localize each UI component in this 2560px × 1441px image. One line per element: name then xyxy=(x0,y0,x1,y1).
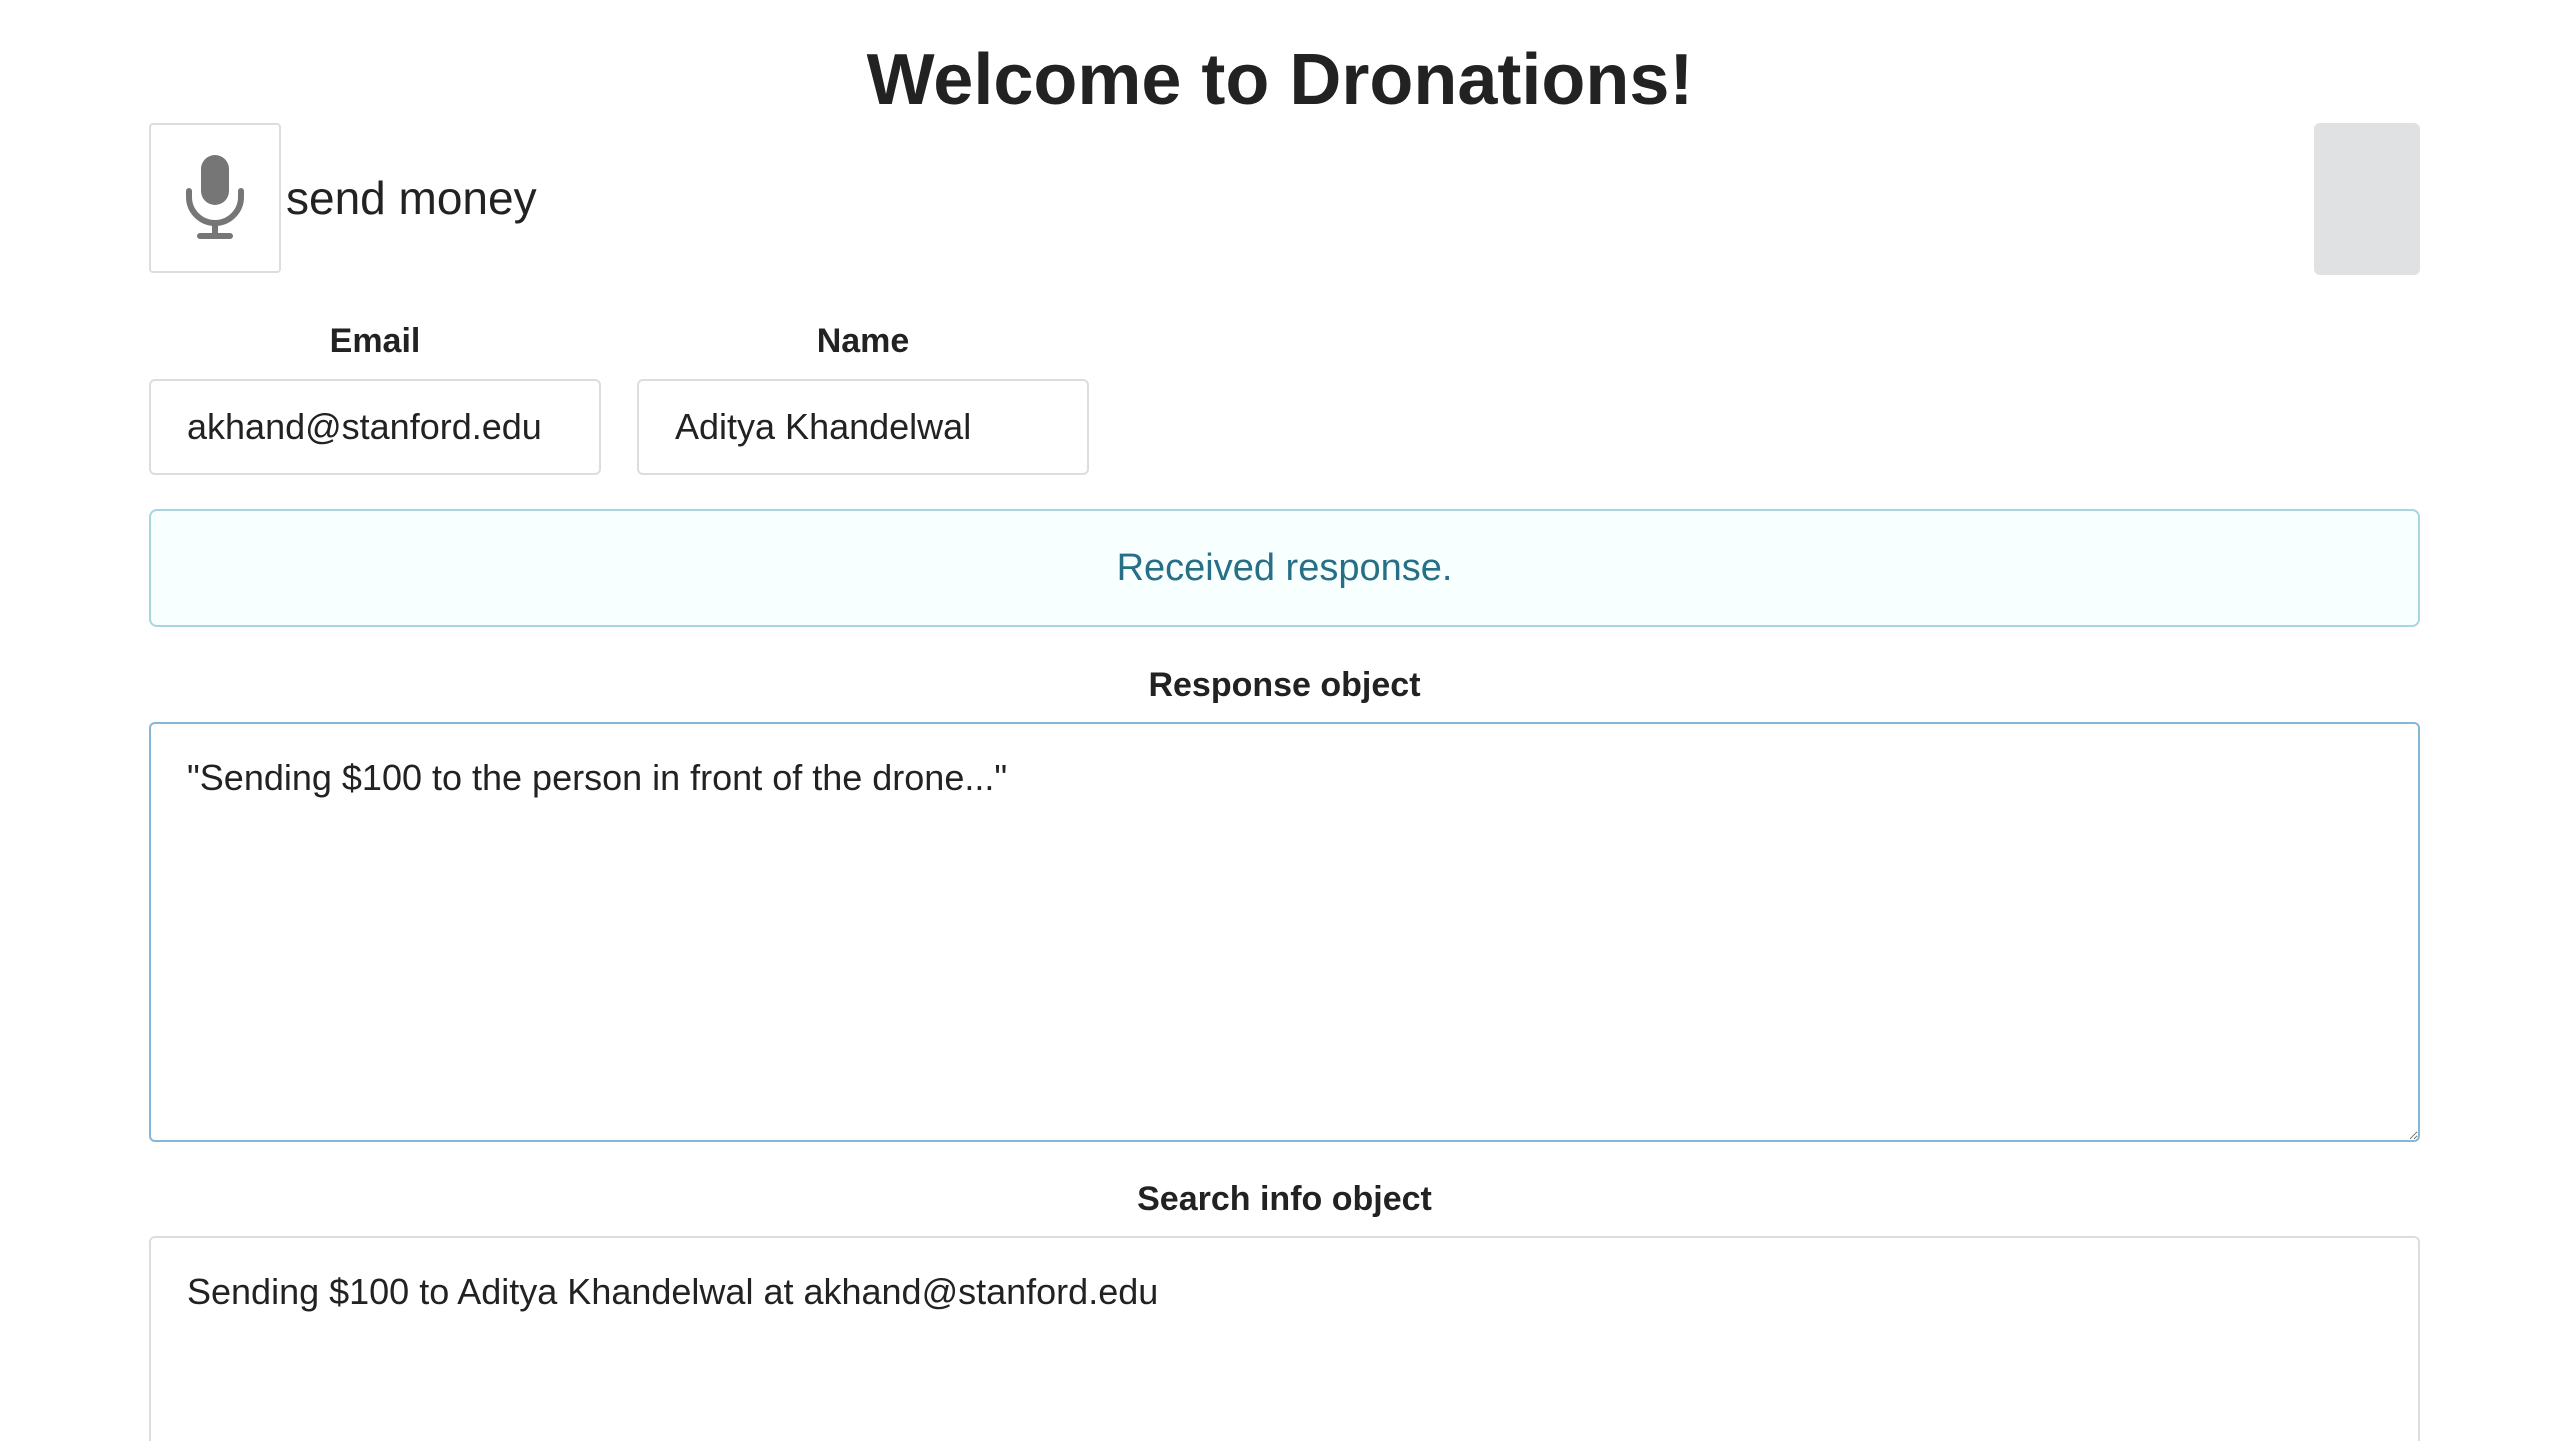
name-field[interactable] xyxy=(637,379,1089,475)
microphone-icon xyxy=(183,153,247,243)
response-object-textarea[interactable]: "Sending $100 to the person in front of … xyxy=(149,722,2420,1142)
response-object-label: Response object xyxy=(1148,666,1421,704)
name-label: Name xyxy=(816,322,910,360)
page-title: Welcome to Dronations! xyxy=(866,40,1694,120)
microphone-button[interactable] xyxy=(149,123,281,273)
email-field[interactable] xyxy=(149,379,601,475)
status-message-text: Received response. xyxy=(1116,546,1453,589)
search-info-label: Search info object xyxy=(1137,1180,1432,1218)
page: Welcome to Dronations! send money Email … xyxy=(0,0,2560,1441)
action-button[interactable] xyxy=(2314,123,2420,275)
email-label: Email xyxy=(329,322,421,360)
voice-transcript: send money xyxy=(286,172,537,224)
search-info-textarea[interactable]: Sending $100 to Aditya Khandelwal at akh… xyxy=(149,1236,2420,1441)
status-message: Received response. xyxy=(149,509,2420,627)
